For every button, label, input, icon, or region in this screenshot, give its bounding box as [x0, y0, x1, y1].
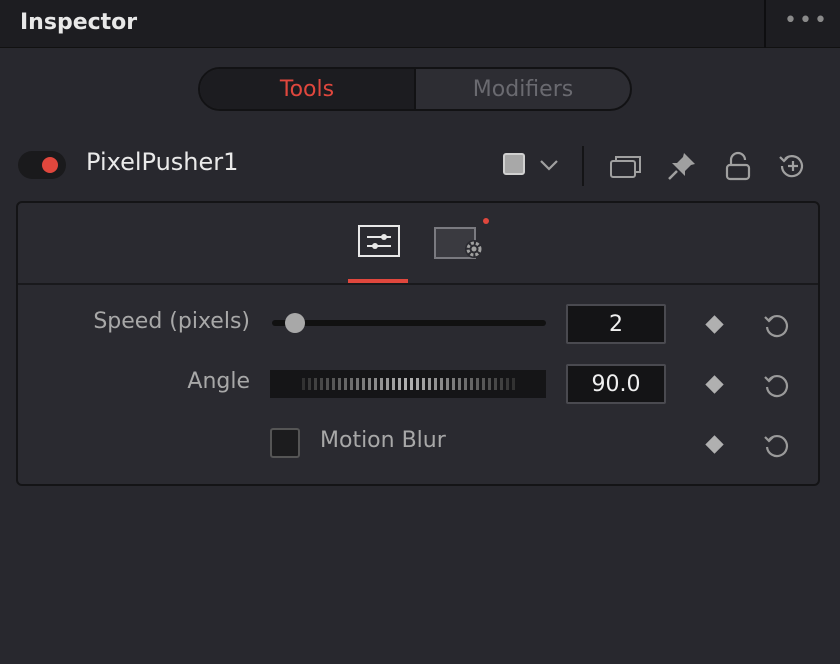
- thumbwheel-tick: [409, 378, 413, 390]
- thumbwheel-tick: [421, 378, 425, 390]
- pin-icon[interactable]: [666, 150, 698, 182]
- thumbwheel-tick: [367, 378, 371, 390]
- tool-color-swatch[interactable]: [503, 153, 525, 175]
- thumbwheel-tick: [373, 378, 377, 390]
- angle-thumbwheel[interactable]: [270, 370, 546, 398]
- thumbwheel-tick: [481, 378, 485, 390]
- thumbwheel-tick: [331, 378, 335, 390]
- thumbwheel-tick: [505, 378, 509, 390]
- header-divider: [764, 0, 766, 48]
- modified-indicator: [483, 218, 489, 224]
- thumbwheel-tick: [463, 378, 467, 390]
- thumbwheel-tick: [487, 378, 491, 390]
- thumbwheel-tick: [349, 378, 353, 390]
- thumbwheel-tick: [361, 378, 365, 390]
- angle-value-field[interactable]: 90.0: [566, 364, 666, 404]
- thumbwheel-tick: [319, 378, 323, 390]
- motion-blur-reset-icon[interactable]: [762, 431, 792, 461]
- thumbwheel-tick: [451, 378, 455, 390]
- motion-blur-label: Motion Blur: [320, 428, 446, 453]
- tool-enable-toggle[interactable]: [18, 151, 66, 179]
- panel-tabs: [18, 203, 818, 285]
- inspector-header: Inspector •••: [0, 0, 840, 48]
- thumbwheel-tick: [511, 378, 515, 390]
- settings-icon[interactable]: [434, 225, 490, 263]
- thumbwheel-tick: [301, 378, 305, 390]
- active-tab-underline: [348, 279, 408, 283]
- lock-icon[interactable]: [724, 150, 752, 182]
- thumbwheel-tick: [445, 378, 449, 390]
- inspector-title: Inspector: [20, 10, 138, 35]
- thumbwheel-tick: [493, 378, 497, 390]
- thumbwheel-tick: [433, 378, 437, 390]
- thumbwheel-tick: [439, 378, 443, 390]
- thumbwheel-tick: [403, 378, 407, 390]
- toolbar-divider: [582, 146, 584, 186]
- thumbwheel-tick: [397, 378, 401, 390]
- thumbwheel-tick: [427, 378, 431, 390]
- thumbwheel-tick: [457, 378, 461, 390]
- speed-label: Speed (pixels): [93, 309, 250, 334]
- thumbwheel-tick: [391, 378, 395, 390]
- toggle-knob: [42, 157, 58, 173]
- thumbwheel-tick: [337, 378, 341, 390]
- motion-blur-checkbox[interactable]: [270, 428, 300, 458]
- thumbwheel-tick: [499, 378, 503, 390]
- thumbwheel-tick: [469, 378, 473, 390]
- tools-modifiers-tabs: Tools Modifiers: [198, 67, 632, 111]
- thumbwheel-tick: [355, 378, 359, 390]
- thumbwheel-tick: [325, 378, 329, 390]
- speed-slider[interactable]: [272, 320, 546, 326]
- thumbwheel-tick: [307, 378, 311, 390]
- thumbwheel-tick: [343, 378, 347, 390]
- reset-tool-icon[interactable]: [776, 150, 808, 182]
- thumbwheel-tick: [475, 378, 479, 390]
- speed-value-field[interactable]: 2: [566, 304, 666, 344]
- more-options-icon[interactable]: •••: [784, 8, 829, 33]
- versions-icon[interactable]: [608, 152, 644, 180]
- thumbwheel-tick: [415, 378, 419, 390]
- thumbwheel-tick: [385, 378, 389, 390]
- sliders-icon[interactable]: [358, 225, 402, 259]
- tab-tools[interactable]: Tools: [200, 69, 416, 109]
- angle-label: Angle: [187, 369, 250, 394]
- thumbwheel-tick: [313, 378, 317, 390]
- tab-modifiers[interactable]: Modifiers: [416, 69, 630, 109]
- speed-reset-icon[interactable]: [762, 311, 792, 341]
- chevron-down-icon[interactable]: [538, 156, 560, 174]
- tool-name[interactable]: PixelPusher1: [86, 148, 238, 176]
- thumbwheel-tick: [379, 378, 383, 390]
- angle-reset-icon[interactable]: [762, 371, 792, 401]
